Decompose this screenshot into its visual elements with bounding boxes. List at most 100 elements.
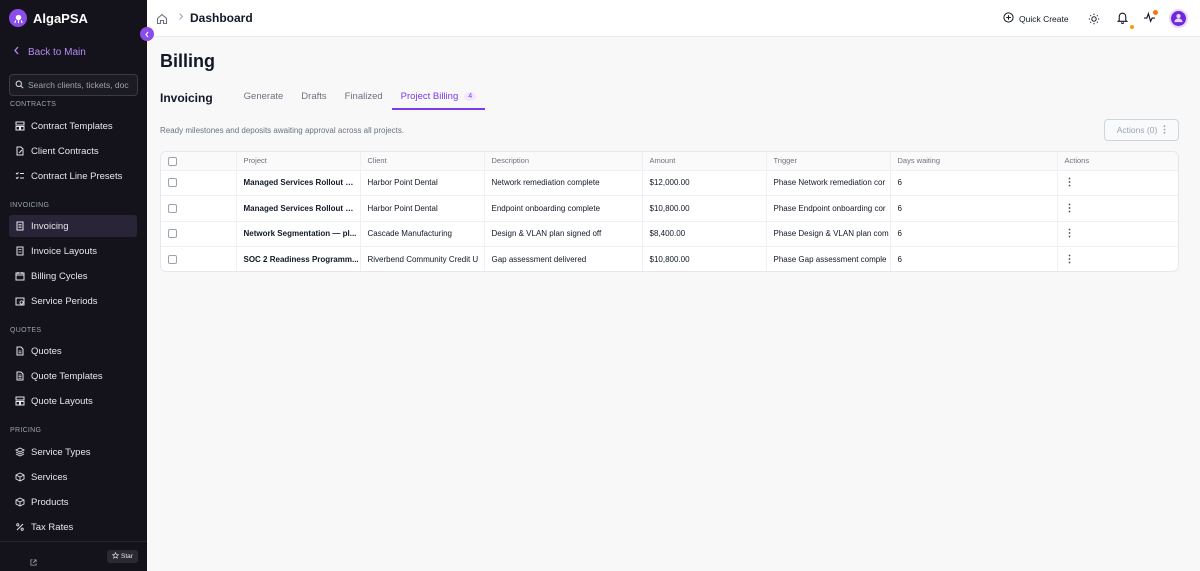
tab-project-billing[interactable]: Project Billing 4 — [391, 86, 486, 110]
sidebar-item-billing-cycles[interactable]: Billing Cycles — [9, 265, 137, 287]
table-row[interactable]: Network Segmentation — pl... Cascade Man… — [161, 220, 1178, 247]
column-header-trigger[interactable]: Trigger — [765, 152, 890, 170]
select-all-checkbox[interactable] — [168, 156, 177, 166]
row-checkbox[interactable] — [168, 229, 177, 239]
sidebar-item-client-contracts[interactable]: Client Contracts — [9, 140, 137, 162]
search-icon — [15, 76, 24, 94]
list-checks-icon — [15, 171, 25, 181]
sidebar: AlgaPSA Back to Main CONTRACTS Contract … — [0, 0, 147, 571]
alga-logo-icon — [9, 9, 27, 27]
sidebar-item-tax-rates[interactable]: Tax Rates — [9, 516, 137, 538]
cell-client: Riverbend Community Credit U — [359, 246, 484, 271]
sidebar-item-label: Client Contracts — [31, 145, 99, 157]
more-vertical-icon[interactable]: ⋮ — [1065, 254, 1075, 265]
home-icon[interactable] — [156, 12, 168, 30]
row-checkbox[interactable] — [168, 178, 177, 188]
bulk-actions-button[interactable]: Actions (0) — [1104, 119, 1179, 141]
table-row[interactable]: SOC 2 Readiness Programm... Riverbend Co… — [161, 246, 1178, 271]
bell-icon[interactable] — [1116, 11, 1129, 29]
file-stack-icon — [15, 371, 25, 381]
sidebar-item-label: Services — [31, 471, 68, 483]
cell-amount: $8,400.00 — [641, 220, 766, 247]
avatar[interactable] — [1169, 9, 1188, 28]
sidebar-item-services[interactable]: Services — [9, 466, 137, 488]
page-title: Billing — [160, 51, 215, 71]
back-to-main-link[interactable]: Back to Main — [13, 46, 86, 58]
section-label-pricing: PRICING — [10, 427, 42, 434]
quick-create-label: Quick Create — [1019, 13, 1069, 24]
chevron-left-icon — [144, 25, 150, 43]
file-layout-icon — [15, 246, 25, 256]
tab-drafts[interactable]: Drafts — [292, 86, 335, 110]
row-checkbox[interactable] — [168, 203, 177, 213]
table-row[interactable]: Managed Services Rollout —... Harbor Poi… — [161, 169, 1178, 196]
sidebar-item-invoice-layouts[interactable]: Invoice Layouts — [9, 240, 137, 262]
github-star-button[interactable]: Star — [107, 550, 138, 563]
sidebar-item-service-periods[interactable]: Service Periods — [9, 290, 137, 312]
cell-days-waiting: 6 — [889, 195, 1057, 221]
row-checkbox[interactable] — [168, 255, 177, 265]
cell-trigger: Phase Design & VLAN plan com — [765, 220, 890, 247]
sun-icon[interactable] — [1088, 12, 1100, 30]
sidebar-collapse-button[interactable] — [140, 27, 154, 41]
select-all-cell — [161, 152, 236, 170]
cell-actions: ⋮ — [1056, 195, 1178, 221]
sidebar-item-label: Quote Layouts — [31, 395, 93, 407]
sidebar-item-service-types[interactable]: Service Types — [9, 441, 137, 463]
sidebar-item-label: Billing Cycles — [31, 270, 88, 282]
breadcrumb-chevron-icon — [178, 12, 184, 24]
sidebar-item-products[interactable]: Products — [9, 491, 137, 513]
cell-days-waiting: 6 — [889, 169, 1057, 196]
search-input[interactable] — [28, 80, 137, 90]
external-link-icon[interactable] — [30, 553, 37, 571]
brand-name: AlgaPSA — [33, 10, 88, 26]
cell-project: SOC 2 Readiness Programm... — [235, 246, 360, 271]
tabs-heading: Invoicing — [160, 91, 213, 105]
cell-client: Harbor Point Dental — [359, 169, 484, 196]
activity-indicator-dot — [1153, 10, 1158, 15]
brand[interactable]: AlgaPSA — [9, 9, 88, 27]
sidebar-item-quotes[interactable]: Quotes — [9, 340, 137, 362]
sidebar-item-contract-templates[interactable]: Contract Templates — [9, 115, 137, 137]
column-header-actions: Actions — [1056, 152, 1178, 170]
sidebar-search[interactable] — [9, 74, 138, 96]
sidebar-item-label: Invoice Layouts — [31, 245, 98, 257]
quick-create-button[interactable]: Quick Create — [1003, 12, 1069, 25]
section-label-invoicing: INVOICING — [10, 202, 50, 209]
section-label-contracts: CONTRACTS — [10, 101, 57, 108]
back-link-label: Back to Main — [28, 46, 86, 58]
tab-generate[interactable]: Generate — [235, 86, 293, 110]
star-label: Star — [121, 553, 133, 560]
cell-project: Managed Services Rollout —... — [235, 169, 360, 196]
sidebar-item-contract-line-presets[interactable]: Contract Line Presets — [9, 165, 137, 187]
section-label-quotes: QUOTES — [10, 327, 42, 334]
top-bar: Dashboard Quick Create — [147, 0, 1200, 37]
column-header-days-waiting[interactable]: Days waiting — [889, 152, 1057, 170]
tab-finalized[interactable]: Finalized — [336, 86, 392, 110]
calendar-range-icon — [15, 296, 25, 306]
row-select-cell — [161, 169, 236, 196]
more-vertical-icon[interactable]: ⋮ — [1065, 228, 1075, 239]
cell-description: Design & VLAN plan signed off — [483, 220, 642, 247]
table-row[interactable]: Managed Services Rollout —... Harbor Poi… — [161, 195, 1178, 221]
layout-template-icon — [15, 121, 25, 131]
package-icon — [15, 497, 25, 507]
cell-actions: ⋮ — [1056, 220, 1178, 247]
sidebar-item-invoicing[interactable]: Invoicing — [9, 215, 137, 237]
sidebar-item-label: Tax Rates — [31, 521, 74, 533]
column-header-project[interactable]: Project — [235, 152, 360, 170]
breadcrumb-title: Dashboard — [190, 11, 253, 25]
sidebar-item-quote-layouts[interactable]: Quote Layouts — [9, 390, 137, 412]
sidebar-item-label: Contract Templates — [31, 120, 113, 132]
notification-dot — [1130, 25, 1134, 29]
more-vertical-icon[interactable]: ⋮ — [1065, 203, 1075, 214]
column-header-client[interactable]: Client — [359, 152, 484, 170]
cell-client: Cascade Manufacturing — [359, 220, 484, 247]
column-header-description[interactable]: Description — [483, 152, 642, 170]
row-select-cell — [161, 220, 236, 247]
row-select-cell — [161, 195, 236, 221]
row-select-cell — [161, 246, 236, 271]
sidebar-item-quote-templates[interactable]: Quote Templates — [9, 365, 137, 387]
column-header-amount[interactable]: Amount — [641, 152, 766, 170]
more-vertical-icon[interactable]: ⋮ — [1065, 177, 1075, 188]
